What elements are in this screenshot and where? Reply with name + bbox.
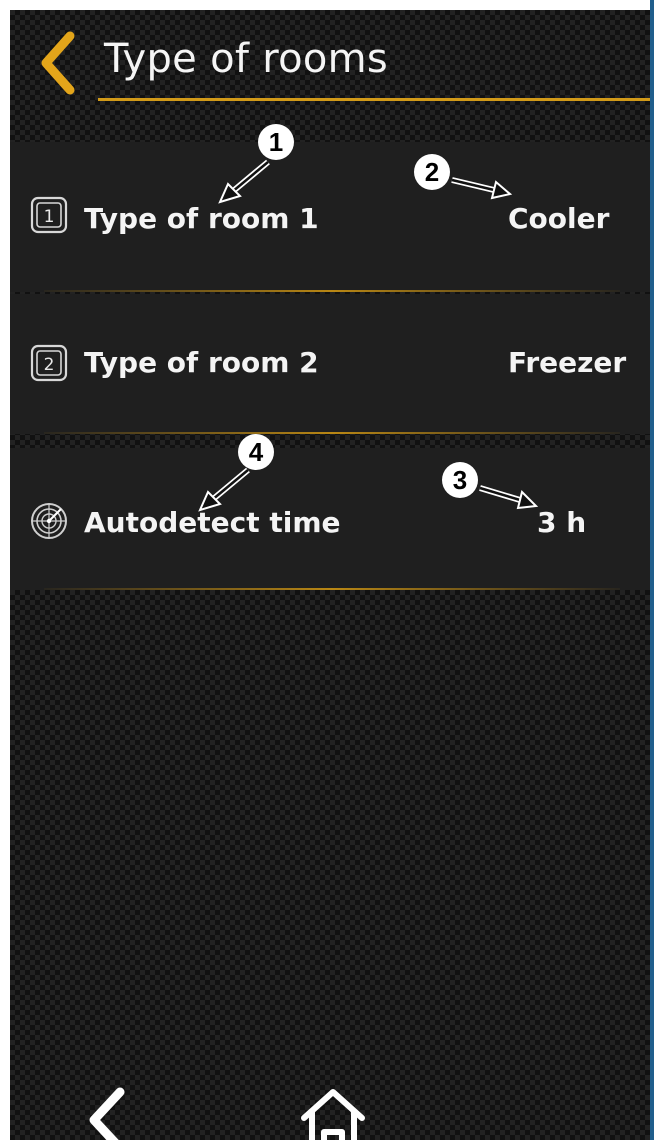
callout-1: 1 xyxy=(258,124,294,160)
room-1-row[interactable]: 1 Type of room 1 Cooler xyxy=(10,142,650,292)
callout-1-arrow-icon xyxy=(218,159,270,204)
number-1-icon: 1 xyxy=(30,196,68,234)
callout-3-arrow-icon xyxy=(479,485,539,510)
row-divider xyxy=(44,432,620,434)
radar-icon xyxy=(31,503,67,539)
svg-text:2: 2 xyxy=(44,355,55,375)
title-underline xyxy=(98,98,650,101)
svg-text:1: 1 xyxy=(44,207,55,227)
callout-2: 2 xyxy=(414,154,450,190)
callout-4: 4 xyxy=(238,434,274,470)
nav-back-chevron-icon[interactable] xyxy=(82,1086,128,1140)
page-title: Type of rooms xyxy=(104,36,389,82)
bottom-nav xyxy=(10,1060,650,1140)
window-edge xyxy=(650,0,654,1140)
back-chevron-icon[interactable] xyxy=(34,28,80,98)
header: Type of rooms xyxy=(10,10,650,110)
home-icon[interactable] xyxy=(298,1084,368,1140)
autodetect-time-row[interactable]: Autodetect time 3 h xyxy=(10,448,650,590)
room-2-value: Freezer xyxy=(508,346,627,379)
row-divider xyxy=(44,290,620,292)
callout-4-arrow-icon xyxy=(198,467,250,512)
room-2-row[interactable]: 2 Type of room 2 Freezer xyxy=(10,294,650,434)
row-divider xyxy=(44,588,620,590)
callout-3: 3 xyxy=(442,462,478,498)
number-2-icon: 2 xyxy=(30,344,68,382)
room-1-label: Type of room 1 xyxy=(84,202,319,235)
screen: Type of rooms 1 Type of room 1 Cooler 2 … xyxy=(10,10,650,1140)
room-2-label: Type of room 2 xyxy=(84,346,319,379)
callout-2-arrow-icon xyxy=(451,177,513,200)
room-1-value: Cooler xyxy=(508,202,610,235)
